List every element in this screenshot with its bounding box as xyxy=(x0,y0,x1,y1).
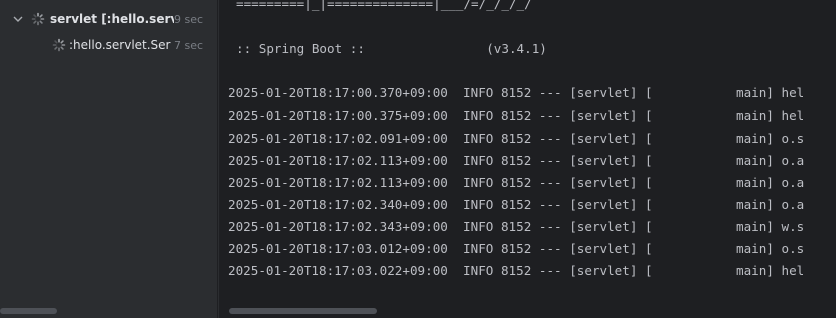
loading-spinner-icon xyxy=(52,38,66,52)
log-line: 2025-01-20T18:17:00.375+09:00 INFO 8152 … xyxy=(228,108,805,123)
log-line: 2025-01-20T18:17:02.113+09:00 INFO 8152 … xyxy=(228,153,805,168)
run-tree-horizontal-scrollbar[interactable] xyxy=(0,305,217,318)
console-output[interactable]: =========|_|==============|___/=/_/_/_/ … xyxy=(219,0,836,318)
spring-banner-line: =========|_|==============|___/=/_/_/_/ xyxy=(236,0,532,11)
run-tree-item-servlet[interactable]: servlet [:hello.servlet. 9 sec xyxy=(0,9,217,29)
log-line: 2025-01-20T18:17:02.091+09:00 INFO 8152 … xyxy=(228,131,805,146)
console-horizontal-scrollbar[interactable] xyxy=(219,305,836,318)
run-tree-item-label: :hello.servlet.Servle xyxy=(69,38,171,52)
loading-spinner-icon xyxy=(31,12,45,26)
run-tree-item-duration: 7 sec xyxy=(174,39,204,52)
scrollbar-thumb[interactable] xyxy=(0,308,57,314)
log-line: 2025-01-20T18:17:02.343+09:00 INFO 8152 … xyxy=(228,219,805,234)
run-tree-panel: servlet [:hello.servlet. 9 sec :hello.se… xyxy=(0,0,218,318)
chevron-down-icon[interactable] xyxy=(11,12,25,26)
spring-boot-version-line: :: Spring Boot :: (v3.4.1) xyxy=(236,41,547,56)
log-line: 2025-01-20T18:17:02.340+09:00 INFO 8152 … xyxy=(228,197,805,212)
scrollbar-thumb[interactable] xyxy=(229,308,377,314)
log-line: 2025-01-20T18:17:03.022+09:00 INFO 8152 … xyxy=(228,263,805,278)
log-line: 2025-01-20T18:17:02.113+09:00 INFO 8152 … xyxy=(228,175,805,190)
log-line: 2025-01-20T18:17:03.012+09:00 INFO 8152 … xyxy=(228,241,805,256)
run-tree-item-duration: 9 sec xyxy=(174,13,204,26)
run-tree-item-label: servlet [:hello.servlet. xyxy=(50,12,174,26)
log-line: 2025-01-20T18:17:00.370+09:00 INFO 8152 … xyxy=(228,85,805,100)
run-tree-item-servlet-application[interactable]: :hello.servlet.Servle 7 sec xyxy=(0,35,217,55)
